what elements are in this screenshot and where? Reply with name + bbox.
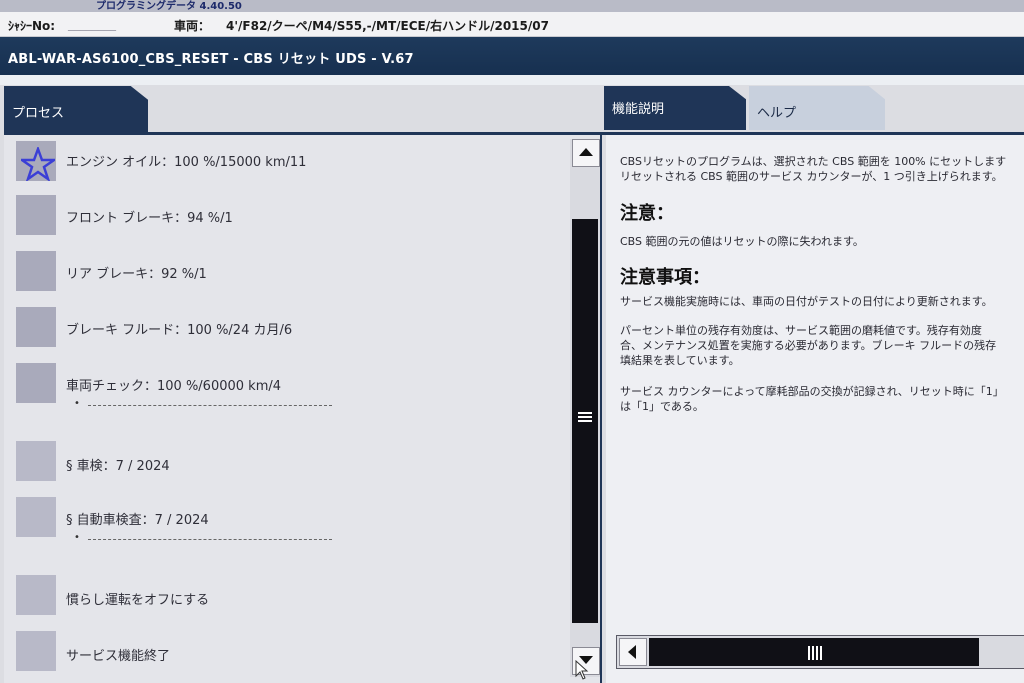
scroll-thumb[interactable]: [649, 638, 979, 666]
item-label: エンジン オイル：100 %/15000 km/11: [66, 155, 307, 170]
list-item-inspection[interactable]: § 車検：7 / 2024: [16, 441, 556, 481]
desc-line: サービス カウンターによって摩耗部品の交換が記録され、リセット時に「1」: [620, 385, 1004, 398]
page-title: ABL-WAR-AS6100_CBS_RESET - CBS リセット UDS …: [8, 52, 414, 67]
item-checkbox[interactable]: [16, 307, 56, 347]
arrow-up-icon: [579, 148, 593, 156]
tab-help[interactable]: ヘルプ: [749, 86, 885, 130]
desc-line: サービス機能実施時には、車両の日付がテストの日付により更新されます。: [620, 295, 993, 308]
desc-line: は「1」である。: [620, 400, 704, 413]
horizontal-scrollbar[interactable]: [616, 635, 1024, 669]
function-title-bar: ABL-WAR-AS6100_CBS_RESET - CBS リセット UDS …: [0, 37, 1024, 75]
program-info-strip: プログラミングデータ 4.40.50: [0, 0, 1024, 12]
item-label: 慣らし運転をオフにする: [66, 593, 210, 608]
heading-caution: 注意：: [620, 203, 674, 224]
item-checkbox[interactable]: [16, 631, 56, 671]
divider: [88, 405, 332, 406]
item-label: 車両チェック：100 %/60000 km/4: [66, 379, 282, 394]
list-item-vehicle-inspection[interactable]: § 自動車検査：7 / 2024 •: [16, 497, 556, 557]
list-item-break-in-off[interactable]: 慣らし運転をオフにする: [16, 575, 556, 615]
scroll-thumb[interactable]: [572, 219, 598, 623]
item-label: フロント ブレーキ：94 %/1: [66, 211, 233, 226]
tab-process-label: プロセス: [12, 106, 65, 121]
list-item-end-service[interactable]: サービス機能終了: [16, 631, 556, 671]
arrow-left-icon: [628, 645, 636, 659]
item-label: リア ブレーキ：92 %/1: [66, 267, 207, 282]
program-data-label: プログラミングデータ 4.40.50: [96, 1, 242, 12]
scroll-left-button[interactable]: [619, 638, 647, 666]
grip-icon: [578, 412, 592, 422]
desc-line: 合、メンテナンス処置を実施する必要があります。ブレーキ フルードの残存: [620, 339, 997, 352]
vertical-scrollbar[interactable]: [570, 139, 600, 677]
mouse-cursor-icon: [575, 660, 589, 680]
scroll-up-button[interactable]: [572, 139, 600, 167]
heading-notes: 注意事項：: [620, 267, 710, 288]
sub-bullet: •: [74, 398, 80, 409]
desc-line: 填結果を表しています。: [620, 354, 740, 367]
item-checkbox[interactable]: [16, 441, 56, 481]
item-checkbox[interactable]: [16, 497, 56, 537]
star-icon: [21, 147, 55, 181]
vehicle-info-bar: ｼｬｼｰNo: ________ 車両： 4'/F82/クーペ/M4/S55,-…: [0, 12, 1024, 37]
item-label: § 車検：7 / 2024: [66, 459, 170, 474]
description-panel: CBSリセットのプログラムは、選択された CBS 範囲を 100% にセットしま…: [606, 135, 1024, 683]
sub-bullet: •: [74, 532, 80, 543]
tab-help-label: ヘルプ: [757, 106, 797, 121]
grip-icon: [808, 646, 822, 660]
tab-function-description[interactable]: 機能説明: [604, 86, 746, 130]
desc-line: CBSリセットのプログラムは、選択された CBS 範囲を 100% にセットしま…: [620, 155, 1007, 168]
list-item-engine-oil[interactable]: エンジン オイル：100 %/15000 km/11: [16, 141, 556, 185]
item-checkbox[interactable]: [16, 195, 56, 235]
tab-function-label: 機能説明: [612, 102, 665, 117]
vehicle-label: 車両：: [174, 19, 211, 33]
list-item-brake-fluid[interactable]: ブレーキ フルード：100 %/24 カ月/6: [16, 307, 556, 347]
list-item-vehicle-check[interactable]: 車両チェック：100 %/60000 km/4 •: [16, 363, 556, 423]
desc-line: パーセント単位の残存有効度は、サービス範囲の磨耗値です。残存有効度: [620, 324, 982, 337]
item-label: § 自動車検査：7 / 2024: [66, 513, 209, 528]
divider: [88, 539, 332, 540]
desc-line: CBS 範囲の元の値はリセットの際に失われます。: [620, 235, 864, 248]
tab-process[interactable]: プロセス: [4, 86, 148, 132]
item-checkbox[interactable]: [16, 363, 56, 403]
list-item-rear-brake[interactable]: リア ブレーキ：92 %/1: [16, 251, 556, 291]
chassis-label: ｼｬｼｰNo:: [8, 19, 56, 33]
process-list-panel: エンジン オイル：100 %/15000 km/11 フロント ブレーキ：94 …: [4, 135, 602, 683]
title-separator: [0, 75, 1024, 85]
item-checkbox[interactable]: [16, 251, 56, 291]
chassis-value: ________: [68, 17, 116, 31]
vehicle-value: 4'/F82/クーペ/M4/S55,-/MT/ECE/右ハンドル/2015/07: [226, 19, 549, 33]
item-label: サービス機能終了: [66, 649, 171, 664]
item-checkbox[interactable]: [16, 575, 56, 615]
desc-line: リセットされる CBS 範囲のサービス カウンターが、1 つ引き上げられます。: [620, 170, 1003, 183]
item-label: ブレーキ フルード：100 %/24 カ月/6: [66, 323, 293, 338]
list-item-front-brake[interactable]: フロント ブレーキ：94 %/1: [16, 195, 556, 235]
